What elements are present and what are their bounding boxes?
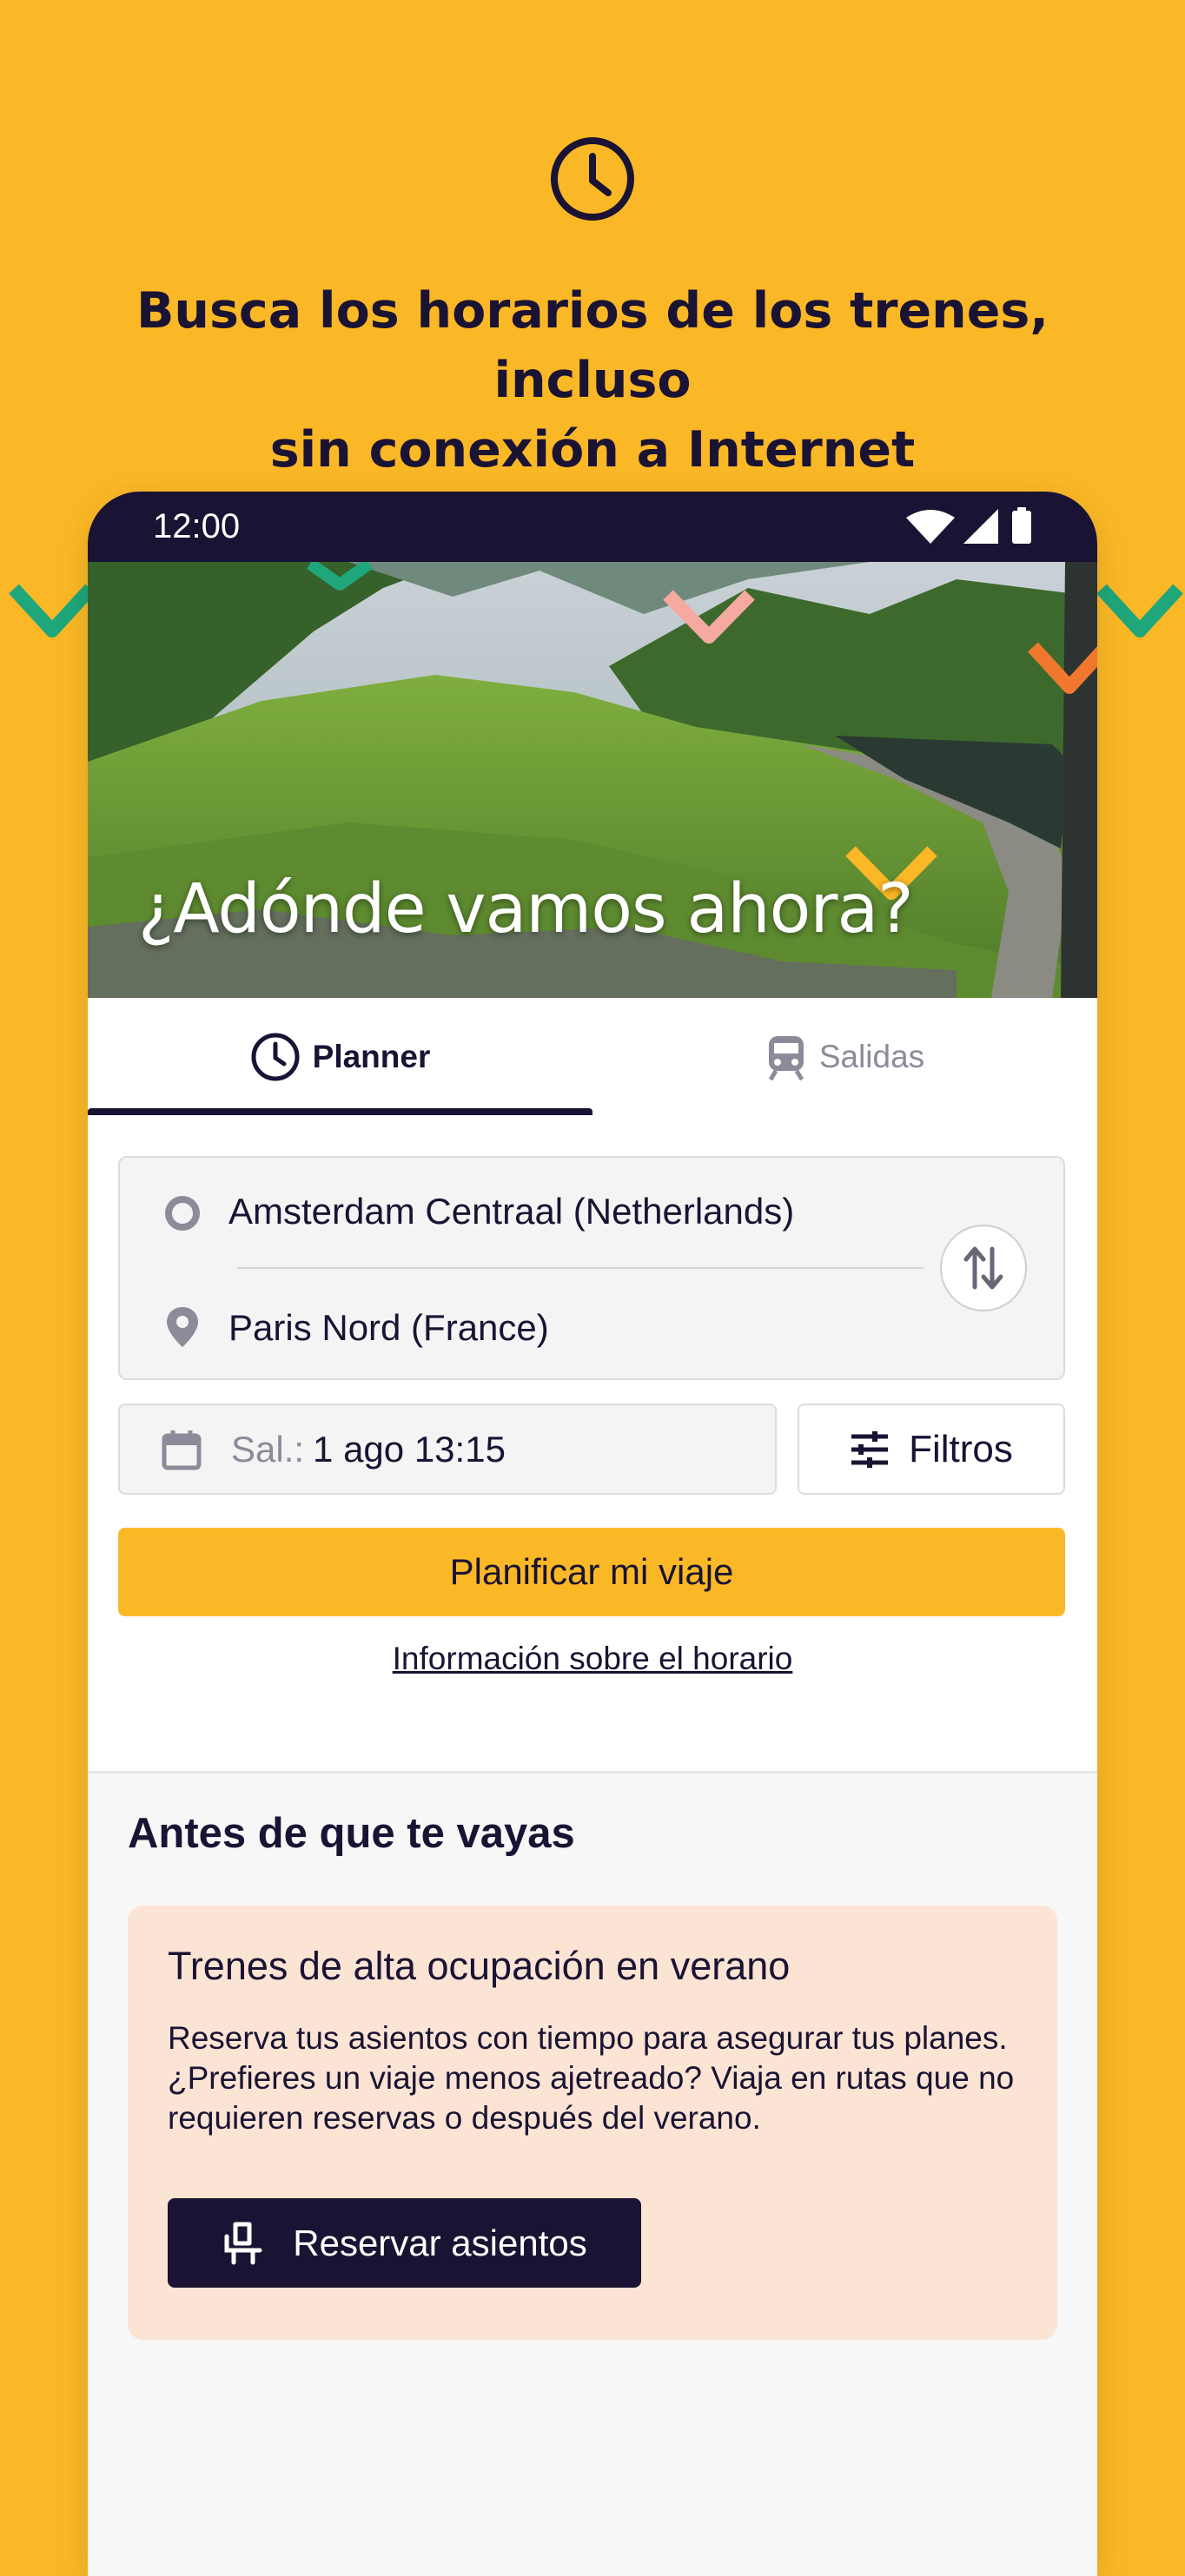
status-icons: [906, 507, 1031, 544]
promo-headline-line2: sin conexión a Internet: [269, 421, 916, 479]
hero-banner: ¿Adónde vamos ahora?: [88, 562, 1097, 998]
green-chevron-left-decoration: [9, 584, 96, 637]
tab-planner-label: Planner: [312, 1038, 431, 1074]
filters-label: Filtros: [909, 1427, 1013, 1470]
swap-stations-button[interactable]: [940, 1225, 1027, 1311]
signal-icon: [963, 509, 998, 544]
tab-planner[interactable]: Planner: [88, 998, 592, 1115]
status-time: 12:00: [153, 507, 241, 545]
clock-icon: [251, 1033, 300, 1080]
sliders-icon: [851, 1430, 889, 1468]
reserve-seats-label: Reservar asientos: [293, 2222, 587, 2263]
plan-journey-button[interactable]: Planificar mi viaje: [118, 1528, 1065, 1616]
green-chevron-right-decoration: [1096, 584, 1183, 637]
clock-icon: [551, 137, 634, 221]
info-card: Trenes de alta ocupación en verano Reser…: [128, 1906, 1057, 2340]
section-divider: [88, 1771, 1097, 1773]
hero-title: ¿Adónde vamos ahora?: [138, 870, 914, 948]
location-pin-icon: [167, 1307, 198, 1347]
destination-field[interactable]: Paris Nord (France): [228, 1307, 549, 1349]
filters-button[interactable]: Filtros: [798, 1404, 1065, 1495]
route-box: Amsterdam Centraal (Netherlands) Paris N…: [118, 1156, 1065, 1380]
info-card-title: Trenes de alta ocupación en verano: [168, 1944, 791, 1988]
departure-date-value: 1 ago 13:15: [313, 1428, 506, 1470]
journey-planner-form: Amsterdam Centraal (Netherlands) Paris N…: [88, 1115, 1097, 1771]
swap-arrows-icon: [963, 1246, 1003, 1290]
status-bar: 12:00: [88, 492, 1097, 562]
info-card-body: Reserva tus asientos con tiempo para ase…: [168, 2020, 1015, 2136]
green-chevron-decoration: [306, 562, 374, 591]
departure-date-field[interactable]: Sal.: 1 ago 13:15: [118, 1404, 777, 1495]
pink-chevron-decoration: [663, 590, 755, 644]
route-divider: [237, 1267, 924, 1269]
calendar-icon: [162, 1430, 202, 1470]
tab-bar: Planner Salidas: [88, 998, 1097, 1115]
timetable-info-link[interactable]: Información sobre el horario: [88, 1641, 1097, 1677]
wifi-icon: [906, 510, 955, 544]
seat-icon: [224, 2222, 262, 2264]
active-tab-indicator: [88, 1108, 592, 1115]
battery-icon: [1012, 511, 1031, 544]
origin-circle-icon: [165, 1196, 200, 1231]
train-icon: [768, 1035, 804, 1080]
orange-chevron-decoration: [1028, 642, 1097, 694]
tab-salidas[interactable]: Salidas: [592, 998, 1097, 1115]
reserve-seats-button[interactable]: Reservar asientos: [168, 2198, 641, 2288]
departure-date-prefix: Sal.:: [231, 1428, 305, 1470]
phone-mockup: 12:00 ¿Adónde vamos ahora? Planner Salid…: [88, 492, 1097, 2576]
promo-headline: Busca los horarios de los trenes, inclus…: [35, 276, 1150, 485]
origin-field[interactable]: Amsterdam Centraal (Netherlands): [228, 1191, 794, 1232]
tab-salidas-label: Salidas: [818, 1038, 925, 1074]
before-you-go-title: Antes de que te vayas: [128, 1810, 575, 1857]
promo-headline-line1: Busca los horarios de los trenes, inclus…: [136, 282, 1049, 409]
